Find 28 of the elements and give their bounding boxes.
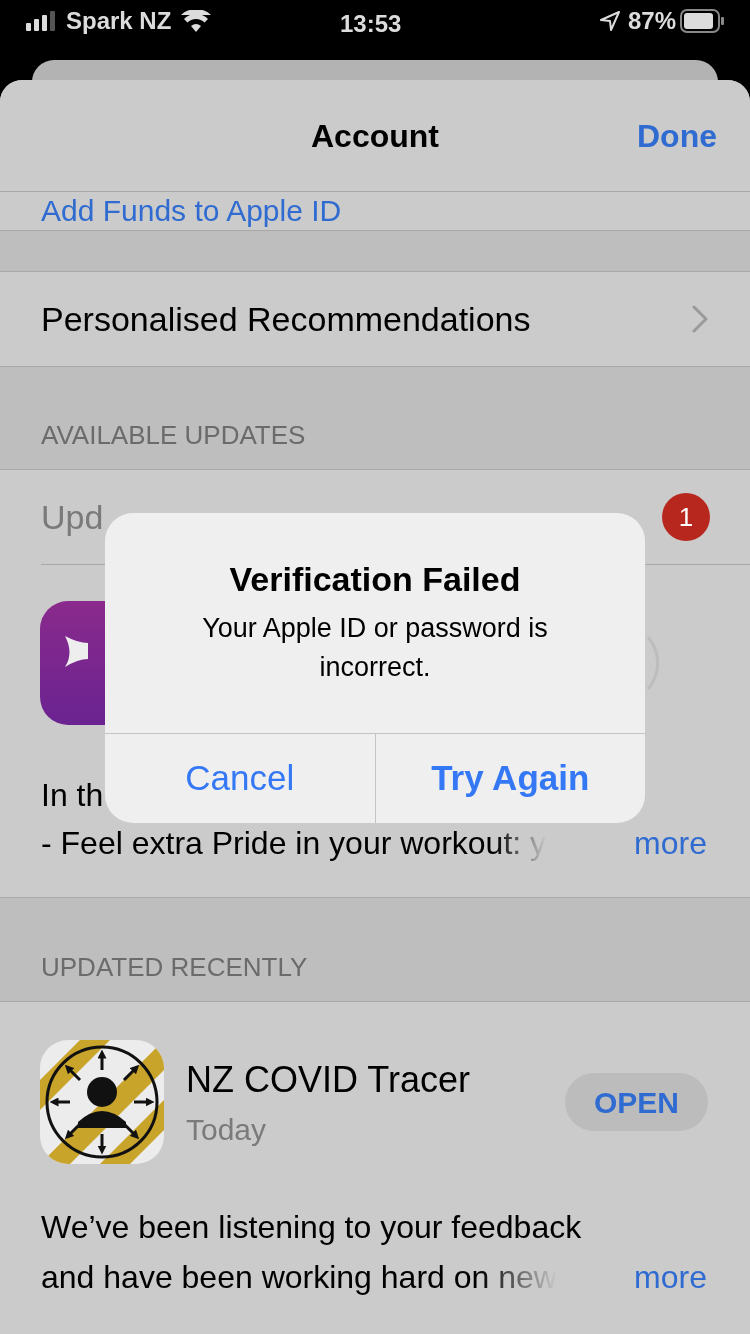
signal-icon	[26, 11, 58, 31]
done-button[interactable]: Done	[637, 111, 717, 160]
update-date: Today	[186, 1111, 268, 1148]
progress-ring-icon	[646, 634, 660, 691]
alert-message: Your Apple ID or password is incorrect.	[201, 612, 549, 684]
app-name: NZ COVID Tracer	[186, 1057, 472, 1102]
release-notes: and have been working hard on new	[41, 1258, 557, 1297]
add-funds-link[interactable]: Add Funds to Apple ID	[41, 192, 342, 229]
chevron-icon	[692, 305, 708, 333]
row-label[interactable]: Personalised Recommendations	[41, 293, 692, 345]
carrier-name: Spark NZ	[66, 6, 172, 36]
clock: 13:53	[340, 9, 402, 39]
more-link[interactable]: more	[634, 1253, 707, 1301]
location-icon	[599, 11, 620, 31]
wifi-icon	[181, 10, 212, 32]
section-header: AVAILABLE UPDATES	[41, 419, 306, 452]
nav-title: Account	[311, 116, 439, 156]
app-icon	[40, 1040, 164, 1164]
count-badge: 1	[662, 493, 710, 541]
battery-icon	[680, 9, 724, 33]
section-header: UPDATED RECENTLY	[41, 951, 308, 984]
open-button[interactable]: OPEN	[565, 1073, 708, 1131]
alert-button[interactable]: Try Again	[374, 734, 645, 823]
alert-button[interactable]: Cancel	[105, 734, 375, 823]
release-notes: We’ve been listening to your feedback	[41, 1208, 583, 1247]
release-notes: In th	[41, 777, 104, 813]
alert-title: Verification Failed	[229, 559, 521, 599]
battery-percent: 87%	[627, 6, 676, 36]
